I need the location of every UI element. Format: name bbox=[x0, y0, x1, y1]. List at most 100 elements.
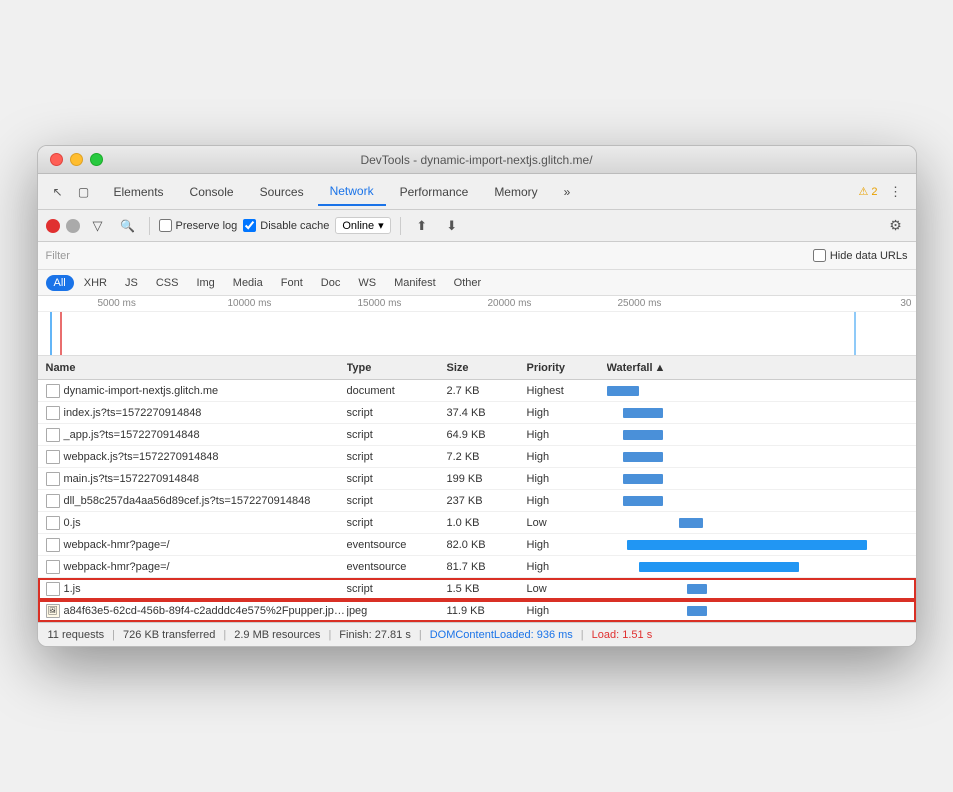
stop-button[interactable] bbox=[66, 219, 80, 233]
row-priority: High bbox=[527, 605, 607, 617]
row-priority: Low bbox=[527, 583, 607, 595]
row-type: document bbox=[347, 385, 447, 397]
tab-more[interactable]: » bbox=[552, 179, 583, 205]
cursor-icon[interactable]: ↖ bbox=[46, 180, 70, 204]
type-filter-js[interactable]: JS bbox=[117, 275, 146, 291]
image-file-icon: 🖼 bbox=[46, 604, 60, 618]
dom-value: 936 ms bbox=[537, 629, 573, 641]
row-priority: Low bbox=[527, 517, 607, 529]
finish-time: Finish: 27.81 s bbox=[339, 629, 411, 641]
row-size: 37.4 KB bbox=[447, 407, 527, 419]
tab-sources[interactable]: Sources bbox=[248, 179, 316, 205]
online-label: Online bbox=[342, 220, 374, 232]
type-filter-img[interactable]: Img bbox=[188, 275, 222, 291]
row-waterfall bbox=[607, 446, 908, 467]
row-name: webpack-hmr?page=/ bbox=[64, 539, 170, 551]
row-name: _app.js?ts=1572270914848 bbox=[64, 429, 200, 441]
devtools-window: DevTools - dynamic-import-nextjs.glitch.… bbox=[37, 145, 917, 647]
file-icon bbox=[46, 516, 60, 530]
network-condition-dropdown[interactable]: Online ▾ bbox=[335, 217, 390, 234]
table-row[interactable]: 0.jsscript1.0 KBLow bbox=[38, 512, 916, 534]
table-row[interactable]: webpack.js?ts=1572270914848script7.2 KBH… bbox=[38, 446, 916, 468]
load-label: Load: bbox=[592, 629, 620, 641]
type-filter-ws[interactable]: WS bbox=[350, 275, 384, 291]
tab-memory[interactable]: Memory bbox=[482, 179, 549, 205]
tab-console[interactable]: Console bbox=[178, 179, 246, 205]
type-filter-font[interactable]: Font bbox=[273, 275, 311, 291]
file-icon bbox=[46, 384, 60, 398]
record-button[interactable] bbox=[46, 219, 60, 233]
row-size: 199 KB bbox=[447, 473, 527, 485]
row-size: 237 KB bbox=[447, 495, 527, 507]
tab-performance[interactable]: Performance bbox=[388, 179, 481, 205]
status-bar: 11 requests | 726 KB transferred | 2.9 M… bbox=[38, 622, 916, 646]
row-size: 81.7 KB bbox=[447, 561, 527, 573]
table-row[interactable]: dynamic-import-nextjs.glitch.medocument2… bbox=[38, 380, 916, 402]
tab-network[interactable]: Network bbox=[318, 178, 386, 206]
row-type: eventsource bbox=[347, 539, 447, 551]
th-waterfall[interactable]: Waterfall ▲ bbox=[607, 362, 908, 374]
timeline-bars bbox=[38, 312, 916, 356]
table-row[interactable]: _app.js?ts=1572270914848script64.9 KBHig… bbox=[38, 424, 916, 446]
table-row[interactable]: webpack-hmr?page=/eventsource82.0 KBHigh bbox=[38, 534, 916, 556]
load-time: Load: 1.51 s bbox=[592, 629, 653, 641]
file-icon bbox=[46, 538, 60, 552]
th-size: Size bbox=[447, 362, 527, 374]
row-name: a84f63e5-62cd-456b-89f4-c2adddc4e575%2Fp… bbox=[64, 605, 345, 617]
table-row[interactable]: index.js?ts=1572270914848script37.4 KBHi… bbox=[38, 402, 916, 424]
type-filter-css[interactable]: CSS bbox=[148, 275, 187, 291]
separator bbox=[149, 217, 150, 235]
row-waterfall bbox=[607, 600, 908, 621]
disable-cache-checkbox[interactable]: Disable cache bbox=[243, 219, 329, 232]
hide-data-urls-input[interactable] bbox=[813, 249, 826, 262]
row-priority: High bbox=[527, 495, 607, 507]
ruler-20000: 20000 ms bbox=[488, 298, 532, 309]
type-filter-xhr[interactable]: XHR bbox=[76, 275, 115, 291]
close-button[interactable] bbox=[50, 153, 63, 166]
row-size: 7.2 KB bbox=[447, 451, 527, 463]
tab-bar: ↖ ▢ Elements Console Sources Network Per… bbox=[38, 174, 916, 210]
table-row[interactable]: 🖼 a84f63e5-62cd-456b-89f4-c2adddc4e575%2F… bbox=[38, 600, 916, 622]
timeline-area: 5000 ms 10000 ms 15000 ms 20000 ms 25000… bbox=[38, 296, 916, 356]
row-size: 64.9 KB bbox=[447, 429, 527, 441]
ruler-10000: 10000 ms bbox=[228, 298, 272, 309]
preserve-log-input[interactable] bbox=[159, 219, 172, 232]
row-waterfall bbox=[607, 380, 908, 401]
filter-label: Filter bbox=[46, 250, 70, 262]
type-filter-other[interactable]: Other bbox=[446, 275, 490, 291]
minimize-button[interactable] bbox=[70, 153, 83, 166]
traffic-lights bbox=[50, 153, 103, 166]
row-waterfall bbox=[607, 578, 908, 599]
disable-cache-input[interactable] bbox=[243, 219, 256, 232]
tab-elements[interactable]: Elements bbox=[102, 179, 176, 205]
maximize-button[interactable] bbox=[90, 153, 103, 166]
type-filter-manifest[interactable]: Manifest bbox=[386, 275, 444, 291]
more-options-icon[interactable]: ⋮ bbox=[884, 180, 908, 204]
settings-icon[interactable]: ⚙ bbox=[884, 214, 908, 238]
filter-input-area: Filter bbox=[46, 250, 801, 262]
preserve-log-checkbox[interactable]: Preserve log bbox=[159, 219, 238, 232]
warning-icon: ⚠ bbox=[859, 185, 869, 198]
file-icon bbox=[46, 406, 60, 420]
type-filter-doc[interactable]: Doc bbox=[313, 275, 349, 291]
search-icon[interactable]: 🔍 bbox=[116, 214, 140, 238]
filter-icon[interactable]: ▽ bbox=[86, 214, 110, 238]
warnings-badge[interactable]: ⚠ 2 bbox=[859, 185, 878, 198]
type-filter-media[interactable]: Media bbox=[225, 275, 271, 291]
preserve-log-label: Preserve log bbox=[176, 220, 238, 232]
export-icon[interactable]: ⬇ bbox=[440, 214, 464, 238]
timeline-ruler: 5000 ms 10000 ms 15000 ms 20000 ms 25000… bbox=[38, 296, 916, 312]
import-icon[interactable]: ⬆ bbox=[410, 214, 434, 238]
th-priority: Priority bbox=[527, 362, 607, 374]
table-row[interactable]: dll_b58c257da4aa56d89cef.js?ts=157227091… bbox=[38, 490, 916, 512]
row-name: main.js?ts=1572270914848 bbox=[64, 473, 199, 485]
ruler-25000: 25000 ms bbox=[618, 298, 662, 309]
th-name: Name bbox=[46, 362, 347, 374]
hide-data-urls-checkbox[interactable]: Hide data URLs bbox=[813, 249, 908, 262]
inspect-icon[interactable]: ▢ bbox=[72, 180, 96, 204]
table-row[interactable]: webpack-hmr?page=/eventsource81.7 KBHigh bbox=[38, 556, 916, 578]
table-header: Name Type Size Priority Waterfall ▲ bbox=[38, 356, 916, 380]
table-row[interactable]: main.js?ts=1572270914848script199 KBHigh bbox=[38, 468, 916, 490]
table-row[interactable]: 1.jsscript1.5 KBLow bbox=[38, 578, 916, 600]
type-filter-all[interactable]: All bbox=[46, 275, 74, 291]
